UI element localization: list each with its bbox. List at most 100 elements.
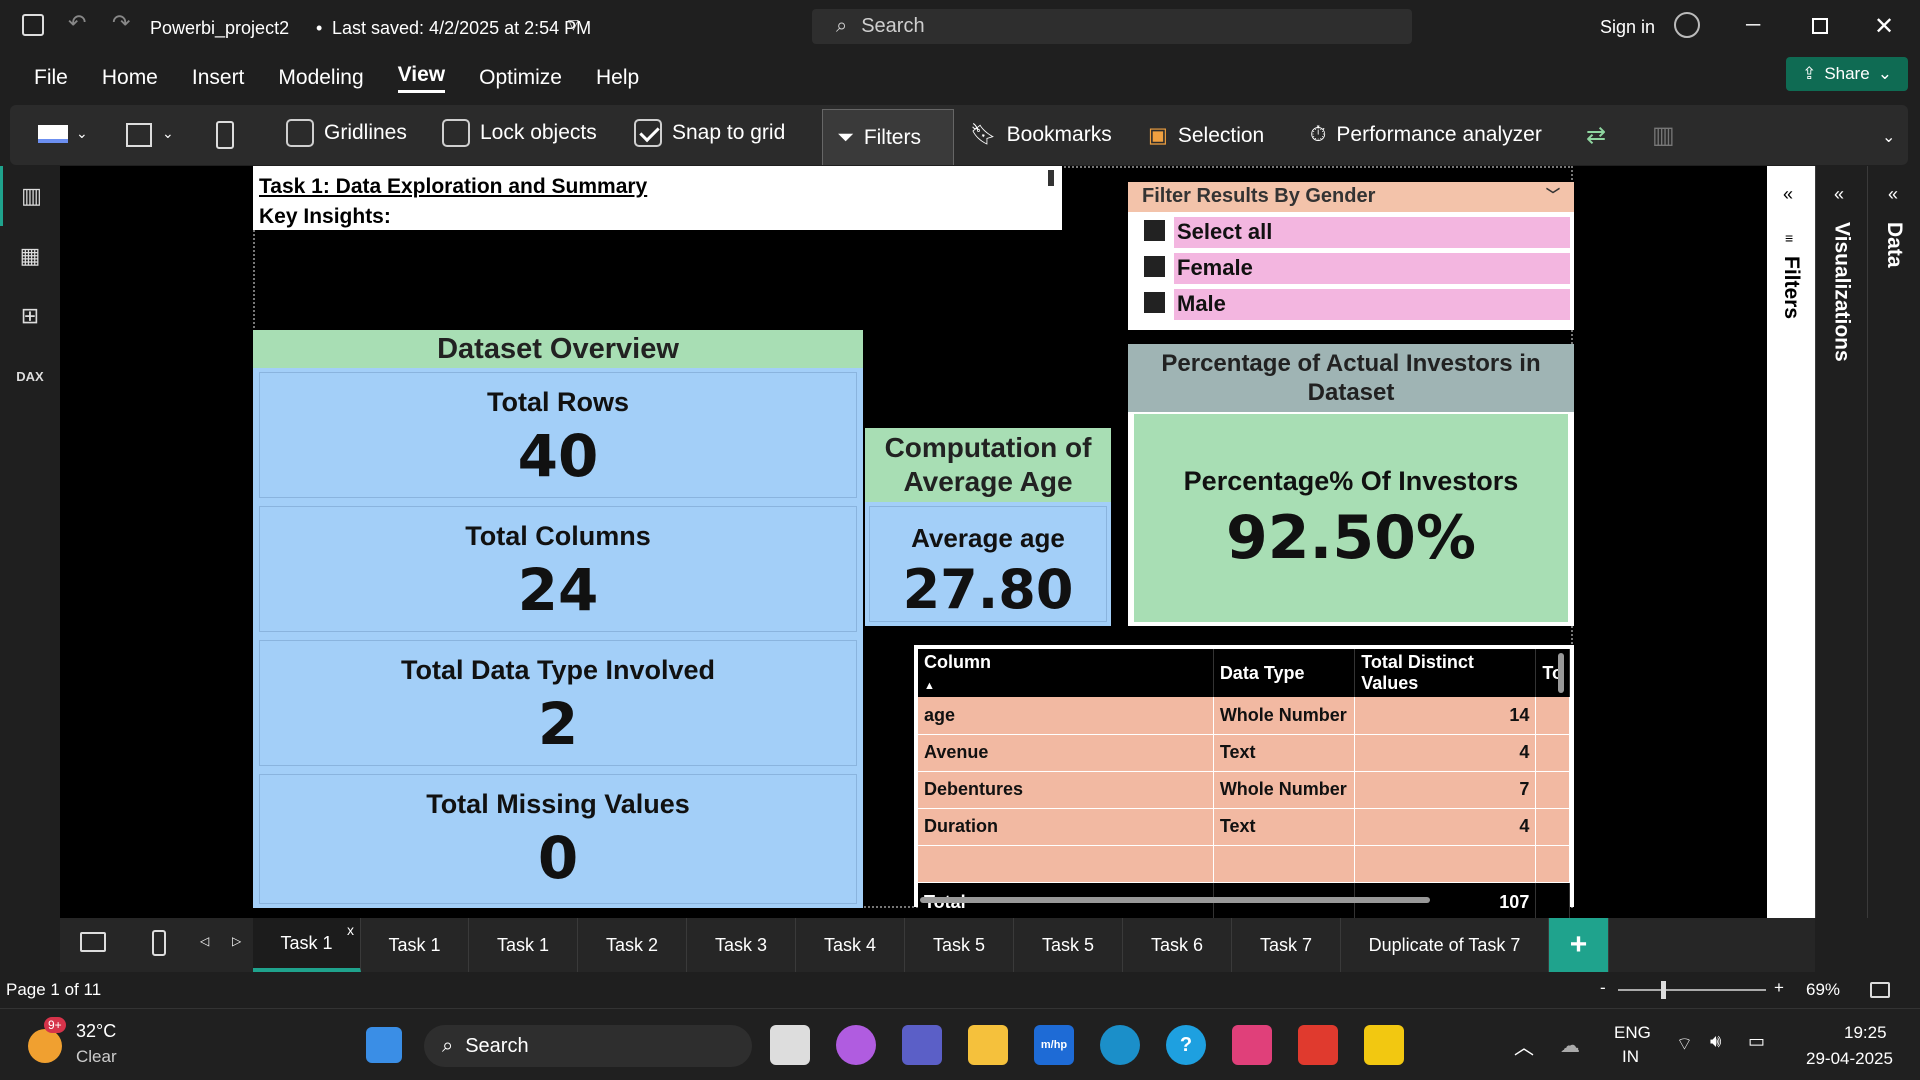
report-view-icon[interactable]: ▥ bbox=[0, 166, 60, 226]
teams-icon[interactable] bbox=[902, 1025, 942, 1065]
gender-slicer[interactable]: Filter Results By Gender ﹀ Select all Fe… bbox=[1128, 182, 1574, 330]
total-missing-values-card[interactable]: Total Missing Values 0 bbox=[259, 774, 857, 904]
dax-query-icon[interactable]: DAX bbox=[0, 346, 60, 406]
column-header-truncated[interactable]: To bbox=[1535, 649, 1570, 697]
weather-icon[interactable] bbox=[28, 1029, 62, 1063]
chevron-up-icon[interactable]: ︿ bbox=[1514, 1031, 1534, 1060]
scrollbar[interactable] bbox=[1048, 170, 1054, 186]
chevron-down-icon[interactable]: ▽ bbox=[568, 16, 579, 33]
slicer-item-select-all[interactable]: Select all bbox=[1144, 217, 1570, 248]
tab-task-1c[interactable]: Task 1 bbox=[469, 918, 578, 972]
tab-task-5[interactable]: Task 5 bbox=[905, 918, 1014, 972]
minimize-icon[interactable]: ─ bbox=[1746, 14, 1760, 37]
sync-slicers-icon[interactable]: ⇄ bbox=[1586, 121, 1606, 150]
zoom-slider[interactable] bbox=[1618, 989, 1766, 991]
zoom-slider-thumb[interactable] bbox=[1661, 981, 1666, 999]
close-icon[interactable]: x bbox=[347, 922, 354, 938]
calendar-app-icon[interactable] bbox=[1232, 1025, 1272, 1065]
close-icon[interactable]: ✕ bbox=[1874, 12, 1894, 41]
fit-to-page-icon[interactable] bbox=[1870, 982, 1890, 998]
menu-help[interactable]: Help bbox=[596, 66, 639, 90]
mobile-layout-icon[interactable] bbox=[152, 930, 166, 956]
page-view-icon[interactable] bbox=[126, 123, 152, 147]
model-view-icon[interactable]: ⊞ bbox=[0, 286, 60, 346]
start-icon[interactable] bbox=[366, 1027, 402, 1063]
report-title-textbox[interactable]: Task 1: Data Exploration and Summary Key… bbox=[253, 166, 1062, 230]
slicer-item-male[interactable]: Male bbox=[1144, 289, 1570, 320]
filters-pane-collapsed[interactable]: « ≡ Filters bbox=[1767, 166, 1815, 918]
tab-task-1-active[interactable]: Task 1 x bbox=[253, 918, 361, 972]
menu-home[interactable]: Home bbox=[102, 66, 158, 90]
clock-date[interactable]: 29-04-2025 bbox=[1806, 1049, 1893, 1069]
volume-icon[interactable]: 🔊︎ bbox=[1710, 1031, 1721, 1052]
average-age-card[interactable]: Average age 27.80 bbox=[869, 506, 1107, 622]
sign-in-link[interactable]: Sign in bbox=[1600, 17, 1655, 38]
table-row[interactable]: Avenue Text 4 bbox=[918, 734, 1570, 772]
gridlines-checkbox[interactable]: Gridlines bbox=[286, 119, 407, 147]
power-bi-icon[interactable] bbox=[1364, 1025, 1404, 1065]
undo-icon[interactable]: ↶ bbox=[68, 10, 86, 36]
total-columns-card[interactable]: Total Columns 24 bbox=[259, 506, 857, 632]
zoom-out-icon[interactable]: - bbox=[1600, 978, 1606, 998]
bookmarks-button[interactable]: 🔖︎ Bookmarks bbox=[970, 123, 1112, 147]
redo-icon[interactable]: ↷ bbox=[112, 10, 130, 36]
zoom-in-icon[interactable]: + bbox=[1774, 978, 1784, 998]
checkbox[interactable] bbox=[1144, 220, 1165, 241]
maximize-icon[interactable] bbox=[1812, 18, 1828, 34]
chart-icon[interactable]: ▥ bbox=[1652, 121, 1675, 150]
search-box[interactable]: ⌕ Search bbox=[812, 9, 1412, 44]
onedrive-icon[interactable]: ☁ bbox=[1560, 1033, 1580, 1058]
tab-task-7[interactable]: Task 7 bbox=[1232, 918, 1341, 972]
visualizations-pane-collapsed[interactable]: « Visualizations bbox=[1815, 166, 1867, 918]
expand-icon[interactable]: « bbox=[1834, 184, 1844, 205]
snap-to-grid-checkbox[interactable]: Snap to grid bbox=[634, 119, 785, 147]
column-summary-table[interactable]: Column ▲ Data Type Total Distinct Values … bbox=[914, 645, 1574, 923]
expand-icon[interactable]: « bbox=[1888, 184, 1898, 205]
help-icon[interactable]: ? bbox=[1166, 1025, 1206, 1065]
column-header-column[interactable]: Column ▲ bbox=[918, 649, 1214, 697]
tab-task-4[interactable]: Task 4 bbox=[796, 918, 905, 972]
battery-icon[interactable]: ▭ bbox=[1748, 1031, 1765, 1052]
tab-task-3[interactable]: Task 3 bbox=[687, 918, 796, 972]
menu-file[interactable]: File bbox=[34, 66, 68, 90]
scroll-left-icon[interactable]: ◁ bbox=[200, 934, 209, 948]
performance-analyzer-button[interactable]: ⏱ Performance analyzer bbox=[1310, 123, 1542, 147]
menu-insert[interactable]: Insert bbox=[192, 66, 245, 90]
table-row[interactable]: Duration Text 4 bbox=[918, 808, 1570, 846]
filters-button[interactable]: ⏷ Filters bbox=[822, 109, 954, 165]
task-view-icon[interactable] bbox=[770, 1025, 810, 1065]
menu-optimize[interactable]: Optimize bbox=[479, 66, 562, 90]
ribbon-expand-icon[interactable]: ⌄ bbox=[1882, 127, 1895, 147]
table-view-icon[interactable]: ▦ bbox=[0, 226, 60, 286]
file-explorer-icon[interactable] bbox=[968, 1025, 1008, 1065]
mobile-layout-icon[interactable] bbox=[216, 121, 234, 149]
horizontal-scrollbar[interactable] bbox=[920, 897, 1430, 903]
wifi-icon[interactable]: ⌔ bbox=[1676, 1033, 1693, 1056]
scroll-right-icon[interactable]: ▷ bbox=[232, 934, 241, 948]
total-rows-card[interactable]: Total Rows 40 bbox=[259, 372, 857, 498]
language-eng[interactable]: ENG bbox=[1614, 1023, 1651, 1043]
table-row[interactable]: age Whole Number 14 bbox=[918, 697, 1570, 735]
edge-icon[interactable] bbox=[1100, 1025, 1140, 1065]
desktop-layout-icon[interactable] bbox=[80, 932, 106, 952]
selection-button[interactable]: ▣ Selection bbox=[1148, 123, 1264, 148]
menu-view[interactable]: View bbox=[397, 63, 446, 93]
save-icon[interactable] bbox=[22, 14, 44, 36]
data-pane-collapsed[interactable]: « Data bbox=[1867, 166, 1920, 918]
slicer-item-female[interactable]: Female bbox=[1144, 253, 1570, 284]
clock-time[interactable]: 19:25 bbox=[1844, 1023, 1887, 1043]
copilot-icon[interactable] bbox=[836, 1025, 876, 1065]
tab-duplicate-task-7[interactable]: Duplicate of Task 7 bbox=[1341, 918, 1549, 972]
investors-card[interactable]: Percentage% Of Investors 92.50% bbox=[1134, 414, 1568, 622]
chevron-down-icon[interactable]: ⌄ bbox=[162, 125, 174, 142]
tab-task-6[interactable]: Task 6 bbox=[1123, 918, 1232, 972]
column-header-distinct[interactable]: Total Distinct Values bbox=[1354, 649, 1537, 697]
wps-office-icon[interactable] bbox=[1298, 1025, 1338, 1065]
column-header-data-type[interactable]: Data Type bbox=[1213, 649, 1356, 697]
lock-objects-checkbox[interactable]: Lock objects bbox=[442, 119, 597, 147]
vertical-scrollbar[interactable] bbox=[1558, 653, 1564, 693]
total-data-type-card[interactable]: Total Data Type Involved 2 bbox=[259, 640, 857, 766]
add-page-button[interactable]: + bbox=[1549, 918, 1609, 972]
checkbox[interactable] bbox=[1144, 292, 1165, 313]
expand-icon[interactable]: « bbox=[1783, 184, 1793, 205]
